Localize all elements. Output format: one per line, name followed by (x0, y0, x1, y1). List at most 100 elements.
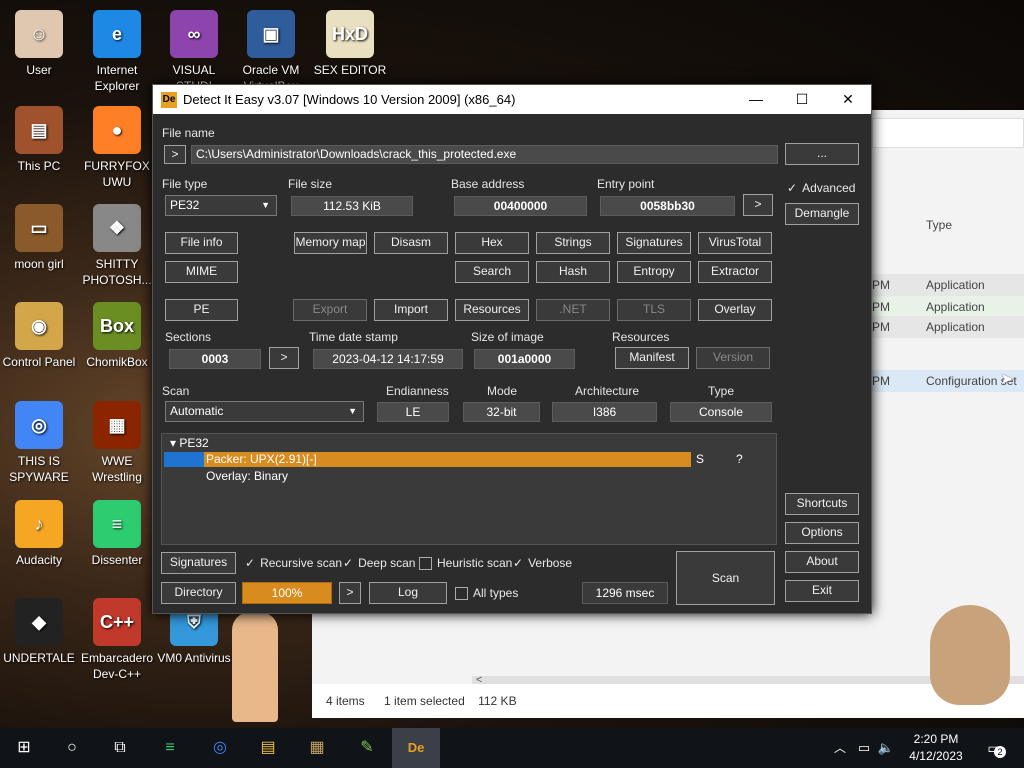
version-button[interactable]: Version (696, 347, 770, 369)
desktop-icon-label: moon girl (14, 257, 64, 271)
network-icon[interactable]: ▭ (852, 736, 876, 760)
die-taskbar-icon[interactable]: De (392, 728, 440, 768)
export-button[interactable]: Export (293, 299, 367, 321)
desktop-icon-dissenter[interactable]: ≡ Dissenter (78, 500, 156, 568)
desktop-icon-gimp-icon: ❖ (93, 204, 141, 252)
mime-button[interactable]: MIME (165, 261, 238, 283)
search-icon[interactable]: ○ (60, 736, 84, 760)
minimize-button[interactable]: — (733, 85, 779, 114)
pe-button[interactable]: PE (165, 299, 238, 321)
hex-button[interactable]: Hex (455, 232, 529, 254)
virustotal-button[interactable]: VirusTotal (698, 232, 772, 254)
import-button[interactable]: Import (374, 299, 448, 321)
recursive-scan-label: Recursive scan (260, 556, 343, 570)
signatures-view-button[interactable]: Signatures (617, 232, 691, 254)
advanced-checkbox[interactable]: ✓ Advanced (787, 181, 855, 195)
desktop-icon-devcpp[interactable]: C++ Embarcadero Dev-C++ (78, 598, 156, 682)
desktop-icon-firefox[interactable]: ● FURRYFOX UWU (78, 106, 156, 190)
notifications-icon[interactable]: ▭2 (982, 736, 1006, 760)
close-button[interactable]: ✕ (825, 85, 871, 114)
signatures-button[interactable]: Signatures (161, 552, 236, 574)
desktop-icon-undertale[interactable]: ◆ UNDERTALE (0, 598, 78, 666)
dissenter-taskbar-icon[interactable]: ≡ (158, 736, 182, 760)
windows-start-icon[interactable]: ⊞ (12, 736, 36, 760)
entry-point-arrow-button[interactable]: > (743, 194, 773, 216)
chevron-up-icon[interactable]: ︿ (828, 736, 852, 760)
hash-button[interactable]: Hash (536, 261, 610, 283)
title-bar[interactable]: De Detect It Easy v3.07 [Windows 10 Vers… (153, 85, 871, 114)
desktop-icon-wwe[interactable]: ▦ WWE Wrestling (78, 401, 156, 485)
desktop-icon-gimp[interactable]: ❖ SHITTY PHOTOSH... (78, 204, 156, 288)
options-button[interactable]: Options (785, 522, 859, 544)
verbose-checkbox[interactable]: ✓ Verbose (513, 556, 572, 570)
resources-button[interactable]: Resources (455, 299, 529, 321)
expand-arrow-icon[interactable]: ▾ (170, 436, 176, 450)
column-header-type[interactable]: Type (926, 218, 952, 232)
desktop-icon-visual-studio[interactable]: ∞VISUAL STUDI (155, 10, 233, 94)
maximize-button[interactable]: ☐ (779, 85, 825, 114)
dotnet-button[interactable]: .NET (536, 299, 610, 321)
all-types-checkbox[interactable]: All types (455, 586, 518, 600)
desktop-icon-label: FURRYFOX UWU (84, 159, 150, 189)
clock[interactable]: 2:20 PM 4/12/2023 (904, 731, 968, 765)
volume-icon[interactable]: 🔈 (874, 736, 898, 760)
task-view-icon[interactable]: ⧉ (108, 736, 132, 760)
packer-info-button[interactable]: ? (736, 452, 743, 466)
memory-map-button[interactable]: Memory map (294, 232, 367, 254)
desktop-icon-audacity[interactable]: ♪ Audacity (0, 500, 78, 568)
sections-arrow-button[interactable]: > (269, 347, 299, 369)
recursive-scan-checkbox[interactable]: ✓ Recursive scan (245, 556, 342, 570)
desktop-icon-sex-editor-icon: HxD (326, 10, 374, 58)
disasm-button[interactable]: Disasm (374, 232, 448, 254)
verbose-label: Verbose (528, 556, 573, 570)
desktop-icon-control-panel[interactable]: ◉ Control Panel (0, 302, 78, 370)
shortcuts-button[interactable]: Shortcuts (785, 493, 859, 515)
file-list-row[interactable]: PM Application (872, 316, 1024, 338)
about-button[interactable]: About (785, 551, 859, 573)
notepad-taskbar-icon[interactable]: ✎ (355, 736, 379, 760)
scan-mode-select[interactable]: Automatic ▼ (165, 401, 364, 422)
chrome-taskbar-icon[interactable]: ◎ (208, 736, 232, 760)
desktop-icon-chomikbox[interactable]: Box ChomikBox (78, 302, 156, 370)
file-name-arrow-button[interactable]: > (164, 145, 186, 164)
entropy-button[interactable]: Entropy (617, 261, 691, 283)
strings-button[interactable]: Strings (536, 232, 610, 254)
desktop-icon-chrome[interactable]: ◎ THIS IS SPYWARE (0, 401, 78, 485)
desktop-icon-user[interactable]: ☺ User (0, 10, 78, 78)
browse-button[interactable]: ... (785, 143, 859, 165)
scan-button[interactable]: Scan (676, 551, 775, 605)
extractor-button[interactable]: Extractor (698, 261, 772, 283)
directory-button[interactable]: Directory (161, 582, 236, 604)
file-info-button[interactable]: File info (165, 232, 238, 254)
entry-point-field[interactable]: 0058bb30 (600, 196, 735, 216)
desktop-icon-internet-explorer[interactable]: e Internet Explorer (78, 10, 156, 94)
packer-result-row[interactable]: Packer: UPX(2.91)[-] (204, 452, 691, 467)
tls-button[interactable]: TLS (617, 299, 691, 321)
overlay-result-row[interactable]: Overlay: Binary (206, 469, 288, 483)
manifest-button[interactable]: Manifest (615, 347, 689, 369)
file-list-row[interactable]: PM Application (872, 274, 1024, 296)
desktop-icon-virtualbox[interactable]: ▣Oracle VM VirtualBox (232, 10, 310, 94)
deep-scan-checkbox[interactable]: ✓ Deep scan (343, 556, 415, 570)
heuristic-scan-checkbox[interactable]: Heuristic scan (419, 556, 512, 570)
overlay-button[interactable]: Overlay (698, 299, 772, 321)
chomikbox-taskbar-icon[interactable]: ▦ (305, 736, 329, 760)
exit-button[interactable]: Exit (785, 580, 859, 602)
desktop-icon-moon-girl[interactable]: ▭ moon girl (0, 204, 78, 272)
scan-results-tree[interactable]: ▾ PE32 Packer: UPX(2.91)[-] S ? Overlay:… (161, 433, 777, 545)
demangle-button[interactable]: Demangle (785, 203, 859, 225)
explorer-search-box[interactable] (872, 118, 1024, 148)
status-selected: 1 item selected (384, 694, 465, 708)
architecture-field: I386 (552, 402, 657, 422)
file-list-row[interactable]: PM Application (872, 296, 1024, 318)
desktop-icon-sex-editor[interactable]: HxD SEX EDITOR (311, 10, 389, 78)
file-explorer-taskbar-icon[interactable]: ▤ (256, 736, 280, 760)
search-button[interactable]: Search (455, 261, 529, 283)
file-type-select[interactable]: PE32 ▼ (165, 195, 277, 216)
desktop-icon-this-pc[interactable]: ▤ This PC (0, 106, 78, 174)
log-button[interactable]: Log (369, 582, 447, 604)
tree-node-pe32[interactable]: ▾ PE32 (170, 436, 209, 450)
base-address-field[interactable]: 00400000 (454, 196, 587, 216)
progress-arrow-button[interactable]: > (339, 582, 361, 604)
file-path-field[interactable]: C:\Users\Administrator\Downloads\crack_t… (191, 145, 778, 164)
